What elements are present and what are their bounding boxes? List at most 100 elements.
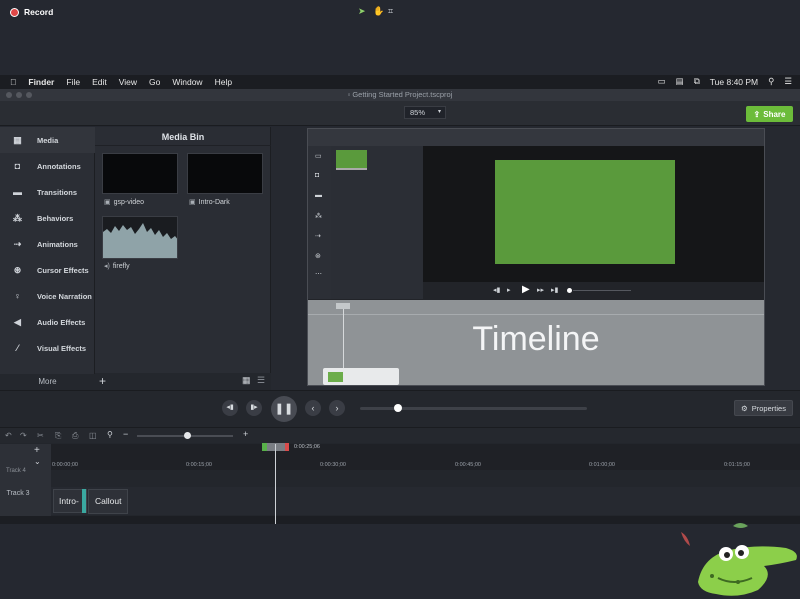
zoom-out-icon[interactable]: ⚲: [107, 430, 113, 439]
previous-marker-button[interactable]: ‹: [305, 400, 321, 416]
crop-icon[interactable]: ⌗: [388, 7, 397, 16]
clip-callout[interactable]: Callout: [88, 489, 128, 514]
minimize-window-icon[interactable]: [16, 92, 22, 98]
sidebar-item-cursor-effects[interactable]: ⊛ Cursor Effects: [0, 257, 95, 283]
cursor-icon[interactable]: ⊛: [315, 252, 321, 260]
airplay-icon[interactable]: ⧉: [694, 76, 700, 87]
cut-icon[interactable]: ✂: [37, 431, 44, 440]
end-icon[interactable]: ▸▮: [551, 286, 558, 294]
menu-edit[interactable]: Edit: [92, 77, 107, 87]
window-titlebar: ▫ Getting Started Project.tscproj: [0, 89, 800, 101]
grid-view-icon[interactable]: ▦: [242, 375, 251, 386]
sidebar-item-label: Animations: [37, 239, 78, 249]
media-thumb-intro-dark[interactable]: [187, 153, 263, 194]
add-icon[interactable]: +: [99, 374, 106, 388]
media-thumb-firefly[interactable]: [102, 216, 178, 259]
track-3-row[interactable]: [51, 487, 800, 515]
animation-icon[interactable]: ⇢: [315, 232, 321, 240]
list-view-icon[interactable]: ☰: [257, 375, 265, 386]
mini-scrub-knob[interactable]: [567, 288, 572, 293]
timeline-ruler[interactable]: [51, 444, 800, 470]
ruler-label: 0:00:00;00: [52, 462, 78, 468]
zoom-value: 85%: [410, 108, 426, 117]
share-button[interactable]: ⇪ Share: [746, 106, 793, 122]
screen-icon[interactable]: ▭: [658, 76, 666, 87]
transition-icon: ▬: [13, 186, 22, 197]
film-icon[interactable]: ▭: [315, 152, 322, 160]
clock[interactable]: Tue 8:40 PM: [710, 77, 758, 87]
record-label: Record: [24, 7, 54, 17]
properties-button[interactable]: ⚙ Properties: [734, 400, 793, 416]
menu-window[interactable]: Window: [172, 77, 202, 87]
scrubber-knob[interactable]: [394, 404, 402, 412]
ruler-label: 0:01:15;00: [724, 462, 750, 468]
zoom-minus-icon[interactable]: −: [123, 429, 128, 439]
menu-finder[interactable]: Finder: [28, 77, 54, 87]
spotlight-search-icon[interactable]: ⚲: [768, 76, 774, 87]
microphone-icon: ♀: [14, 290, 21, 301]
sidebar-item-visual-effects[interactable]: ⁄ Visual Effects: [0, 335, 95, 361]
sidebar-item-animations[interactable]: ⇢ Animations: [0, 231, 95, 257]
sidebar-item-transitions[interactable]: ▬ Transitions: [0, 179, 95, 205]
menu-help[interactable]: Help: [215, 77, 232, 87]
rewind-icon[interactable]: ▸: [507, 286, 511, 294]
skip-forward-icon[interactable]: ▸▸: [537, 286, 544, 294]
add-track-icon[interactable]: +: [34, 445, 40, 456]
clip-transition-marker[interactable]: [82, 489, 86, 513]
menu-go[interactable]: Go: [149, 77, 160, 87]
track4-label: Track 4: [6, 468, 26, 474]
media-item-name: gsp-video: [113, 198, 144, 206]
mini-scrub-track[interactable]: [573, 290, 631, 291]
mini-media-thumb[interactable]: [336, 150, 367, 170]
playhead-in-point[interactable]: [262, 443, 267, 451]
menu-view[interactable]: View: [119, 77, 137, 87]
split-icon[interactable]: ◫: [89, 431, 97, 440]
play-icon[interactable]: ▶: [522, 284, 530, 295]
behavior-icon[interactable]: ⁂: [315, 212, 322, 220]
next-marker-button[interactable]: ›: [329, 400, 345, 416]
pause-button[interactable]: ❚❚: [271, 396, 297, 422]
copy-icon[interactable]: ⎘: [55, 431, 61, 441]
paste-icon[interactable]: ⎙: [72, 431, 78, 441]
media-item-intro-dark[interactable]: ▣ Intro-Dark: [189, 198, 230, 207]
sidebar-item-behaviors[interactable]: ⁂ Behaviors: [0, 205, 95, 231]
step-back-icon[interactable]: ◂▮: [493, 286, 500, 294]
sidebar-item-label: Visual Effects: [37, 343, 87, 353]
menu-file[interactable]: File: [66, 77, 80, 87]
canvas-green-media[interactable]: [495, 160, 675, 264]
media-bin-title: Media Bin: [95, 128, 271, 146]
zoom-plus-icon[interactable]: +: [243, 429, 248, 439]
sidebar-item-media[interactable]: ▦ Media: [0, 127, 95, 153]
filmstrip-icon[interactable]: ▤: [676, 76, 684, 87]
previous-frame-button[interactable]: ◂▮: [222, 400, 238, 416]
playhead[interactable]: [275, 444, 276, 524]
close-window-icon[interactable]: [6, 92, 12, 98]
redo-icon[interactable]: ↷: [20, 431, 27, 440]
behavior-icon: ⁂: [13, 212, 22, 223]
hand-icon[interactable]: ✋: [373, 7, 384, 16]
record-button[interactable]: Record: [10, 7, 53, 17]
more-button[interactable]: More: [0, 374, 95, 390]
collapse-tracks-icon[interactable]: ⌄: [34, 457, 41, 466]
sidebar-item-label: Voice Narration: [37, 291, 92, 301]
annotation-icon[interactable]: ◘: [315, 172, 319, 179]
undo-icon[interactable]: ↶: [5, 431, 12, 440]
track-headers: + ⌄ Track 4: [0, 444, 51, 524]
media-item-firefly[interactable]: ◂) firefly: [104, 262, 130, 271]
zoom-slider-knob[interactable]: [184, 432, 191, 439]
zoom-window-icon[interactable]: [26, 92, 32, 98]
zoom-select[interactable]: 85% ▾: [404, 106, 446, 119]
transition-icon[interactable]: ▬: [315, 192, 322, 199]
apple-icon[interactable]: : [10, 77, 16, 87]
overlay-clip-thumb: [328, 372, 343, 382]
pointer-icon[interactable]: ➤: [358, 7, 367, 16]
next-frame-button[interactable]: ▮▸: [246, 400, 262, 416]
sidebar-item-annotations[interactable]: ◘ Annotations: [0, 153, 95, 179]
sidebar-item-audio-effects[interactable]: ◀ Audio Effects: [0, 309, 95, 335]
playhead-out-point[interactable]: [285, 443, 289, 451]
media-thumb-gsp-video[interactable]: [102, 153, 178, 194]
list-icon[interactable]: ☰: [784, 76, 792, 87]
media-item-gsp-video[interactable]: ▣ gsp-video: [104, 198, 144, 207]
sidebar-item-voice-narration[interactable]: ♀ Voice Narration: [0, 283, 95, 309]
more-icon[interactable]: ⋯: [315, 270, 322, 278]
